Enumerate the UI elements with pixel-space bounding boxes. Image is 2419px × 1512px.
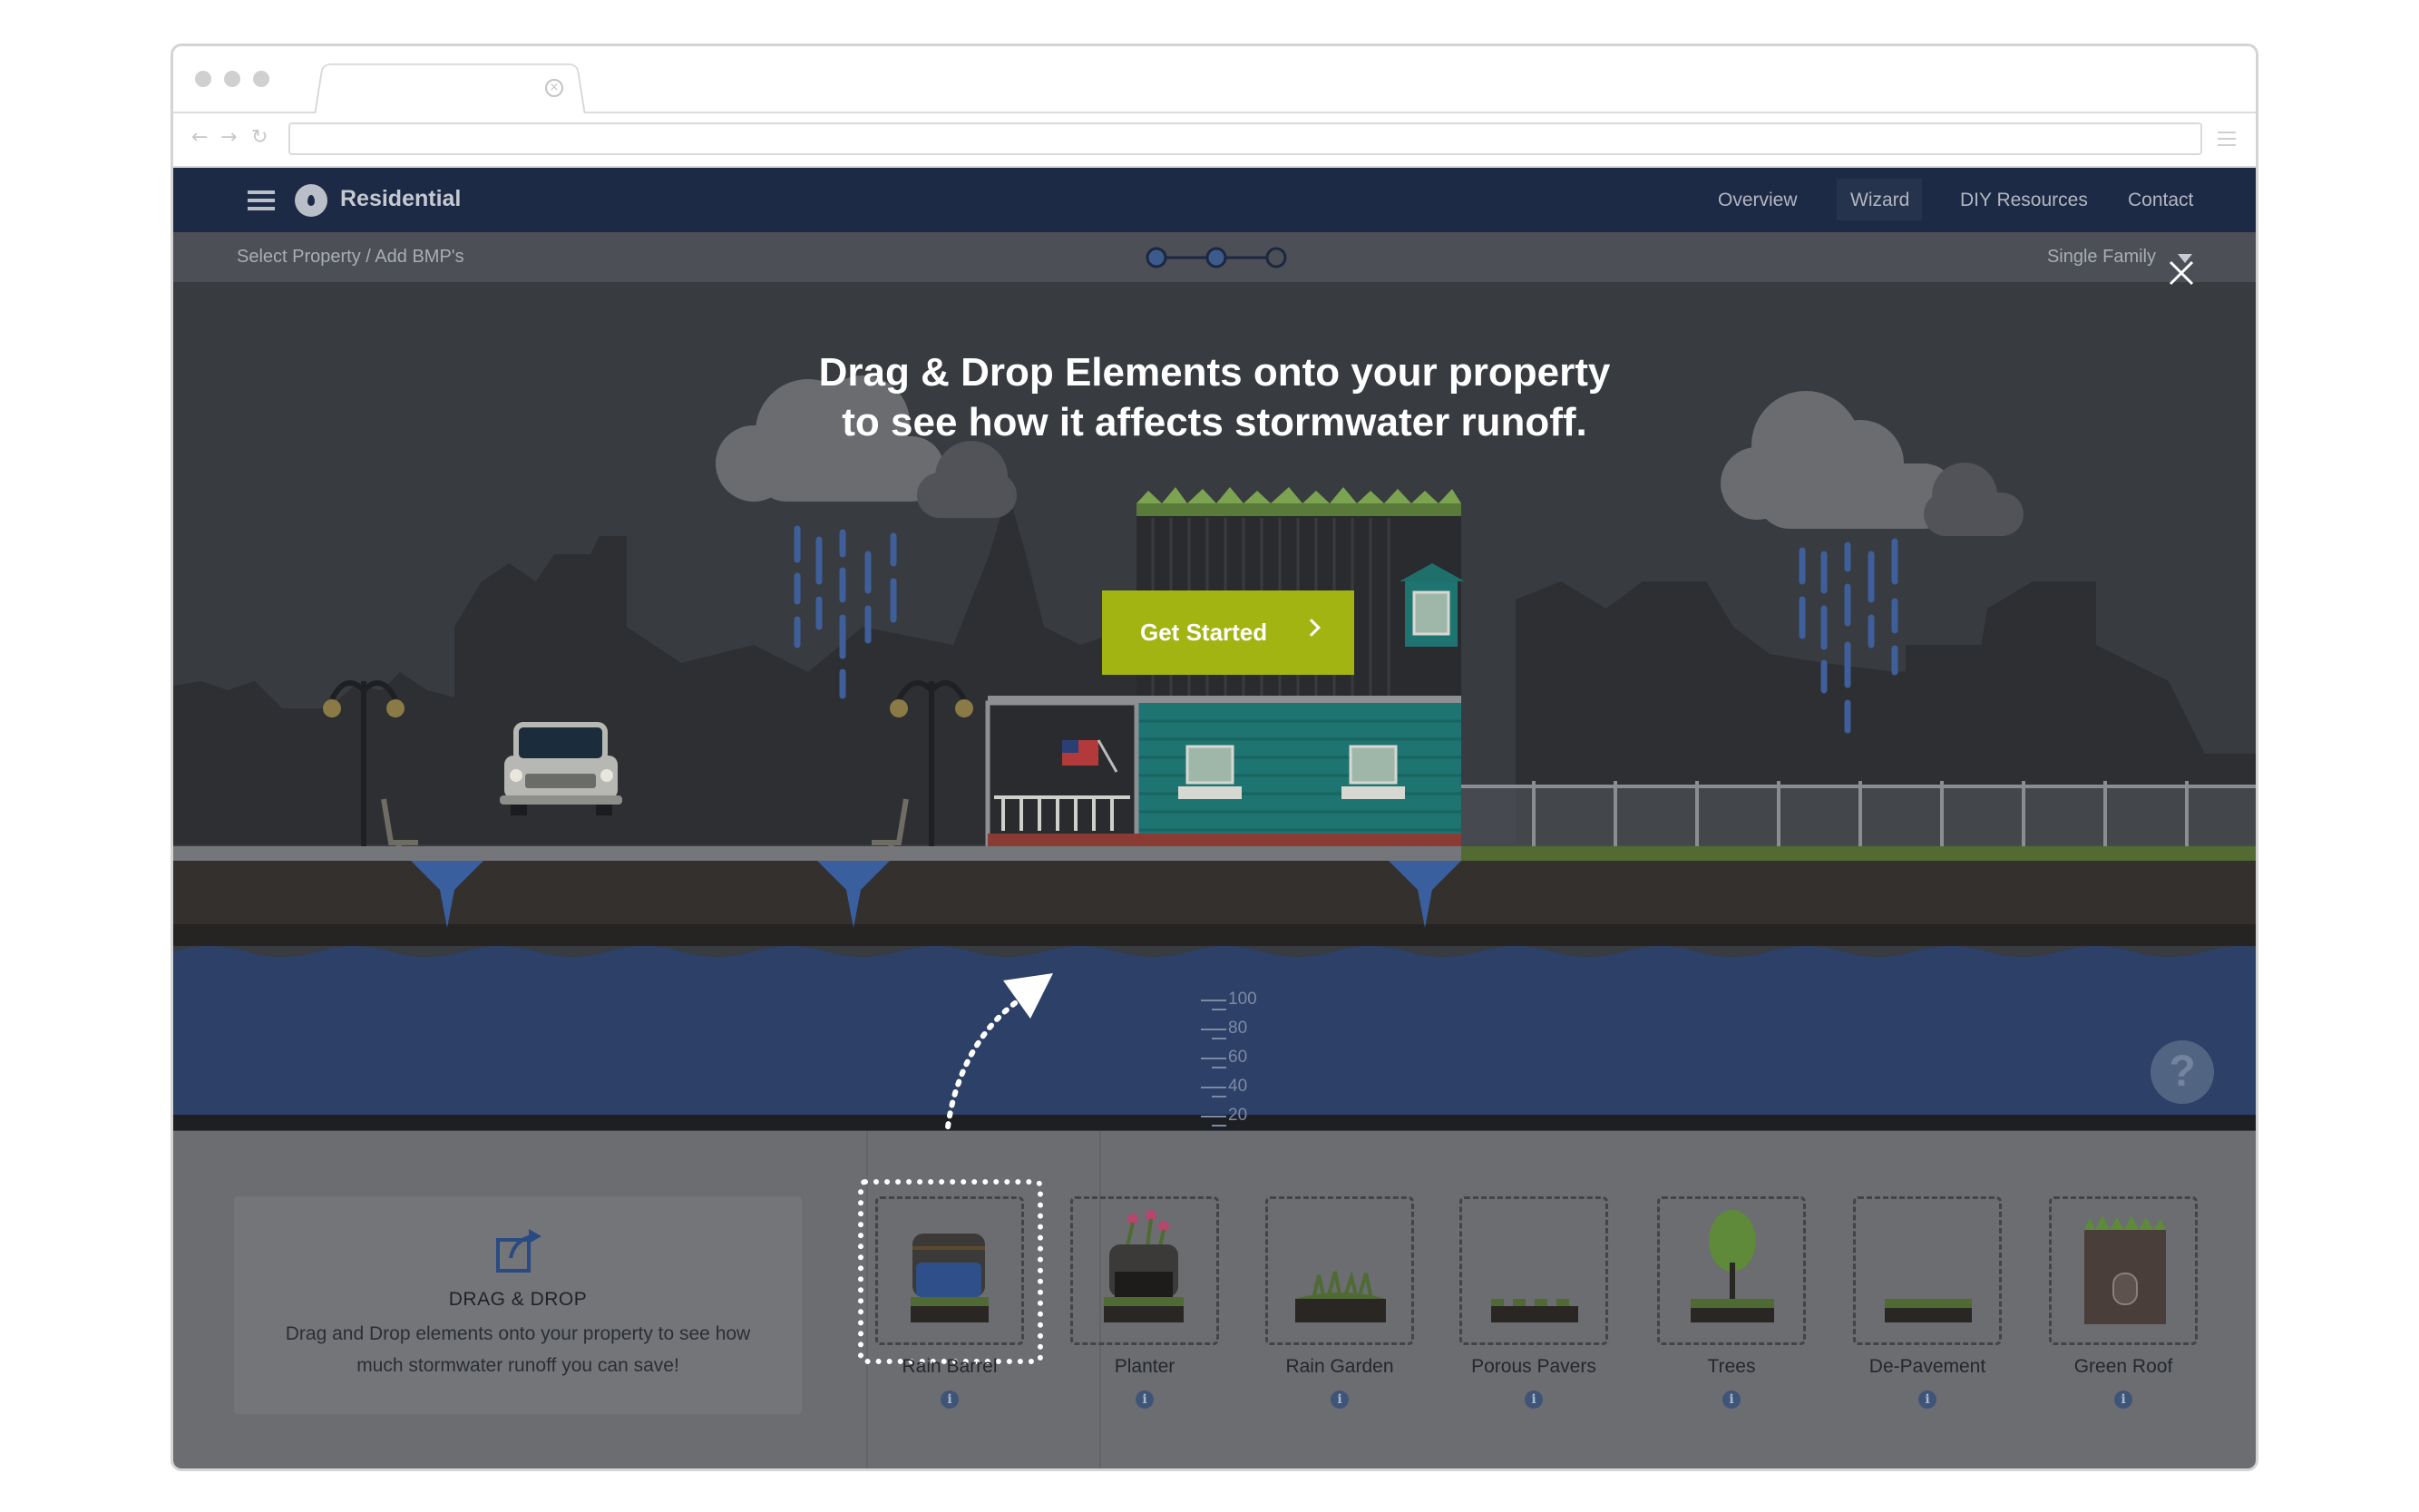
info-icon[interactable]: i xyxy=(1331,1390,1349,1409)
address-bar[interactable] xyxy=(288,122,2202,155)
step-progress-indicator xyxy=(1146,247,1287,268)
grass-strip xyxy=(1461,846,2256,861)
reload-icon[interactable]: ↻ xyxy=(251,126,268,149)
help-button[interactable]: ? xyxy=(2151,1040,2214,1104)
drag-drop-title: DRAG & DROP xyxy=(448,1289,588,1310)
element-label-planter: Planter xyxy=(1114,1356,1175,1377)
gauge-label-20: 20 xyxy=(1228,1106,1248,1125)
elements-panel: DRAG & DROP Drag and Drop elements onto … xyxy=(173,1131,2256,1468)
step-3-dot xyxy=(1265,247,1287,268)
get-started-label: Get Started xyxy=(1140,619,1268,646)
info-icon[interactable]: i xyxy=(2114,1390,2132,1409)
top-navigation: Residential Overview Wizard DIY Resource… xyxy=(173,168,2256,232)
overlay-headline: Drag & Drop Elements onto your property … xyxy=(717,347,1712,447)
app-brand[interactable]: Residential xyxy=(340,186,461,212)
tree-icon xyxy=(1691,1210,1774,1322)
get-started-button[interactable]: Get Started xyxy=(1102,590,1354,675)
drag-drop-info-card: DRAG & DROP Drag and Drop elements onto … xyxy=(234,1196,802,1414)
element-label-de-pavement: De-Pavement xyxy=(1868,1356,1986,1377)
tab-close-icon[interactable]: × xyxy=(545,79,563,97)
browser-window: × ← → ↻ Residential Overview Wizard DIY … xyxy=(171,44,2258,1471)
chevron-right-icon xyxy=(1302,619,1321,637)
browser-tab-strip: × xyxy=(173,46,2256,115)
app-viewport: Residential Overview Wizard DIY Resource… xyxy=(173,168,2256,1468)
rain-garden-icon xyxy=(1295,1270,1386,1322)
drag-drop-description: Drag and Drop elements onto your propert… xyxy=(285,1323,751,1376)
gauge-label-80: 80 xyxy=(1228,1019,1248,1038)
gravel-layer xyxy=(173,924,2256,946)
soil-layer xyxy=(173,861,2256,924)
element-label-porous-pavers: Porous Pavers xyxy=(1471,1356,1596,1377)
property-type-select[interactable]: Single Family xyxy=(2047,247,2156,268)
element-tile-green-roof[interactable] xyxy=(2049,1196,2198,1345)
step-1-dot xyxy=(1146,247,1167,268)
back-arrow-icon[interactable]: ← xyxy=(191,126,208,149)
logo-icon xyxy=(295,184,327,217)
info-icon[interactable]: i xyxy=(1136,1390,1154,1409)
window-close-dot[interactable] xyxy=(195,71,211,87)
element-label-green-roof: Green Roof xyxy=(2073,1356,2173,1377)
window-minimize-dot[interactable] xyxy=(224,71,240,87)
wizard-subnav: Select Property / Add BMP's Single Famil… xyxy=(173,232,2256,282)
element-tile-planter[interactable] xyxy=(1070,1196,1219,1345)
hamburger-menu-icon[interactable] xyxy=(248,190,275,210)
close-icon[interactable] xyxy=(2167,259,2196,288)
drag-drop-icon xyxy=(496,1229,541,1273)
nav-diy-resources[interactable]: DIY Resources xyxy=(1960,190,2088,211)
planter-icon xyxy=(1104,1210,1184,1322)
drag-highlight-box xyxy=(858,1179,1043,1364)
gauge-label-60: 60 xyxy=(1228,1048,1248,1067)
nav-contact[interactable]: Contact xyxy=(2128,190,2193,211)
info-icon[interactable]: i xyxy=(1722,1390,1741,1409)
de-pavement-icon xyxy=(1885,1299,1972,1322)
window-maximize-dot[interactable] xyxy=(253,71,269,87)
gauge-label-40: 40 xyxy=(1228,1077,1248,1096)
browser-toolbar: ← → ↻ xyxy=(173,113,2256,168)
headline-line-2: to see how it affects stormwater runoff. xyxy=(842,400,1587,444)
chain-link-fence xyxy=(1461,781,2256,846)
porous-pavers-icon xyxy=(1491,1299,1578,1322)
element-tile-porous-pavers[interactable] xyxy=(1459,1196,1608,1345)
nav-overview[interactable]: Overview xyxy=(1718,190,1798,211)
element-tile-trees[interactable] xyxy=(1657,1196,1806,1345)
breadcrumb: Select Property / Add BMP's xyxy=(237,247,464,267)
info-icon[interactable]: i xyxy=(1918,1390,1936,1409)
element-label-rain-barrel: Rain Barrel xyxy=(902,1356,998,1377)
info-icon[interactable]: i xyxy=(941,1390,959,1409)
nav-wizard[interactable]: Wizard xyxy=(1850,190,1909,211)
info-icon[interactable]: i xyxy=(1525,1390,1543,1409)
car xyxy=(500,722,622,815)
green-roof-icon xyxy=(2084,1215,2166,1324)
element-tile-rain-garden[interactable] xyxy=(1265,1196,1414,1345)
gauge-label-100: 100 xyxy=(1228,990,1257,1009)
element-tile-de-pavement[interactable] xyxy=(1853,1196,2002,1345)
forward-arrow-icon[interactable]: → xyxy=(220,126,237,149)
browser-menu-icon[interactable] xyxy=(2218,132,2236,146)
element-label-rain-garden: Rain Garden xyxy=(1285,1356,1394,1377)
step-2-dot xyxy=(1205,247,1227,268)
element-label-trees: Trees xyxy=(1707,1356,1756,1377)
headline-line-1: Drag & Drop Elements onto your property xyxy=(818,350,1611,395)
